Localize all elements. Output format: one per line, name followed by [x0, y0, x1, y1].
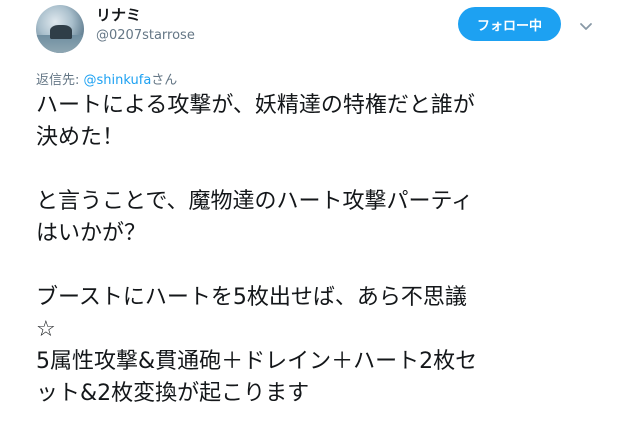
tweet-line: ハートによる攻撃が、妖精達の特権だと誰が: [36, 93, 475, 118]
tweet-line: ブーストにハートを5枚出せば、あら不思議: [36, 285, 467, 310]
avatar[interactable]: [36, 5, 84, 53]
reply-handle-link[interactable]: @shinkufa: [84, 73, 152, 88]
reply-suffix: さん: [151, 73, 178, 88]
tweet-line: はいかが？: [36, 221, 147, 246]
tweet-line: と言うことで、魔物達のハート攻撃パーティ: [36, 189, 474, 214]
chevron-down-icon[interactable]: [578, 18, 594, 34]
tweet-line: 決めた！: [36, 125, 125, 150]
display-name[interactable]: リナミ: [96, 4, 141, 25]
tweet-line: 5属性攻撃&貫通砲＋ドレイン＋ハート2枚セ: [36, 349, 478, 374]
reply-context: 返信先: @shinkufaさん: [36, 69, 177, 88]
screen-name[interactable]: @0207starrose: [96, 28, 195, 43]
tweet-line: ット&2枚変換が起こります: [36, 381, 310, 406]
tweet-card: リナミ @0207starrose フォロー中 返信先: @shinkufaさん…: [0, 0, 627, 421]
following-button[interactable]: フォロー中: [458, 7, 561, 41]
reply-prefix: 返信先:: [36, 73, 84, 88]
tweet-line: ☆: [36, 317, 56, 342]
tweet-text: ハートによる攻撃が、妖精達の特権だと誰が 決めた！ と言うことで、魔物達のハート…: [36, 90, 621, 410]
avatar-rock: [50, 25, 72, 39]
